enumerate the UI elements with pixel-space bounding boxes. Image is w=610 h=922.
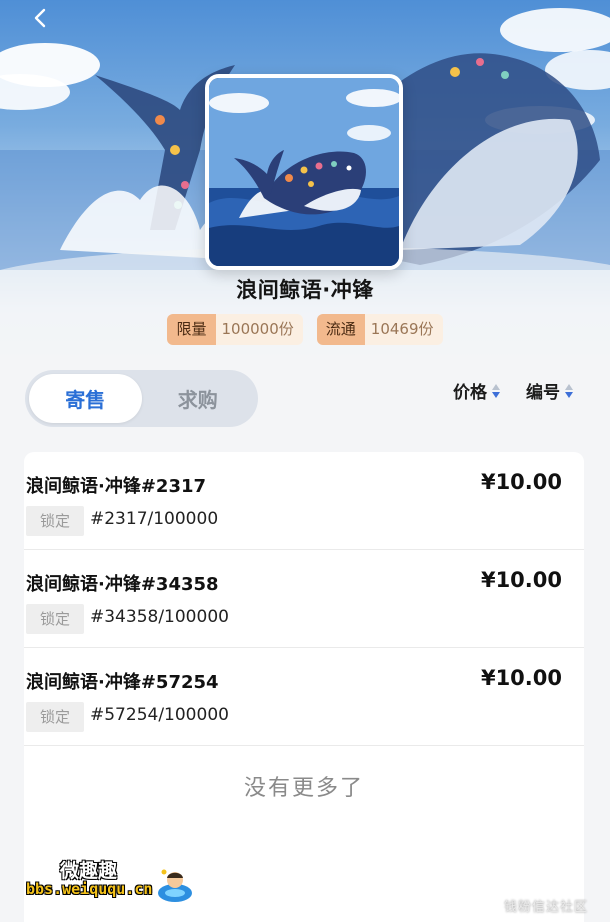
collection-cover-image <box>205 74 403 270</box>
watermark-brand: 微趣趣 <box>60 860 118 882</box>
limit-badge: 限量 100000份 <box>167 314 303 345</box>
item-name: 浪间鲸语·冲锋#2317 <box>26 476 207 497</box>
tab-buy-request[interactable]: 求购 <box>142 374 255 423</box>
item-serial: #2317/100000 <box>90 509 219 529</box>
sort-price-label: 价格 <box>453 383 487 403</box>
market-tab-switch: 寄售 求购 <box>25 370 258 427</box>
item-price: ¥10.00 <box>480 470 562 494</box>
circulation-badge: 流通 10469份 <box>316 314 443 345</box>
list-item[interactable]: 浪间鲸语·冲锋#57254 ¥10.00 锁定 #57254/100000 <box>24 648 584 746</box>
item-price: ¥10.00 <box>480 568 562 592</box>
watermark-right: 钱粉信达社区 <box>503 900 588 915</box>
status-badge: 锁定 <box>26 702 84 732</box>
watermark-url: bbs.weiququ.cn <box>26 880 153 898</box>
sort-arrows-icon <box>492 383 500 398</box>
sort-number-label: 编号 <box>526 383 560 403</box>
circulation-label: 流通 <box>316 314 365 345</box>
limit-value: 100000份 <box>215 314 303 345</box>
listing-list: 浪间鲸语·冲锋#2317 ¥10.00 锁定 #2317/100000 浪间鲸语… <box>24 452 584 922</box>
mascot-icon <box>158 869 192 902</box>
no-more-text: 没有更多了 <box>243 776 364 801</box>
item-name: 浪间鲸语·冲锋#34358 <box>26 574 219 595</box>
chevron-left-icon <box>34 8 46 28</box>
item-serial: #34358/100000 <box>90 607 229 627</box>
status-badge: 锁定 <box>26 506 84 536</box>
hero-banner: 浪间鲸语·冲锋 限量 100000份 流通 10469份 <box>0 0 610 360</box>
item-price: ¥10.00 <box>480 666 562 690</box>
sort-arrows-icon <box>565 383 573 398</box>
supply-badges: 限量 100000份 流通 10469份 <box>0 314 610 345</box>
list-item[interactable]: 浪间鲸语·冲锋#34358 ¥10.00 锁定 #34358/100000 <box>24 550 584 648</box>
list-item[interactable]: 浪间鲸语·冲锋#2317 ¥10.00 锁定 #2317/100000 <box>24 452 584 550</box>
status-badge: 锁定 <box>26 604 84 634</box>
circulation-value: 10469份 <box>364 314 443 345</box>
collection-title: 浪间鲸语·冲锋 <box>236 278 374 302</box>
tab-consignment[interactable]: 寄售 <box>29 374 142 423</box>
item-name: 浪间鲸语·冲锋#57254 <box>26 672 219 693</box>
back-button[interactable] <box>26 4 54 32</box>
item-serial: #57254/100000 <box>90 705 229 725</box>
limit-label: 限量 <box>167 314 216 345</box>
sort-by-number-button[interactable]: 编号 <box>526 378 573 403</box>
sort-by-price-button[interactable]: 价格 <box>453 378 500 403</box>
